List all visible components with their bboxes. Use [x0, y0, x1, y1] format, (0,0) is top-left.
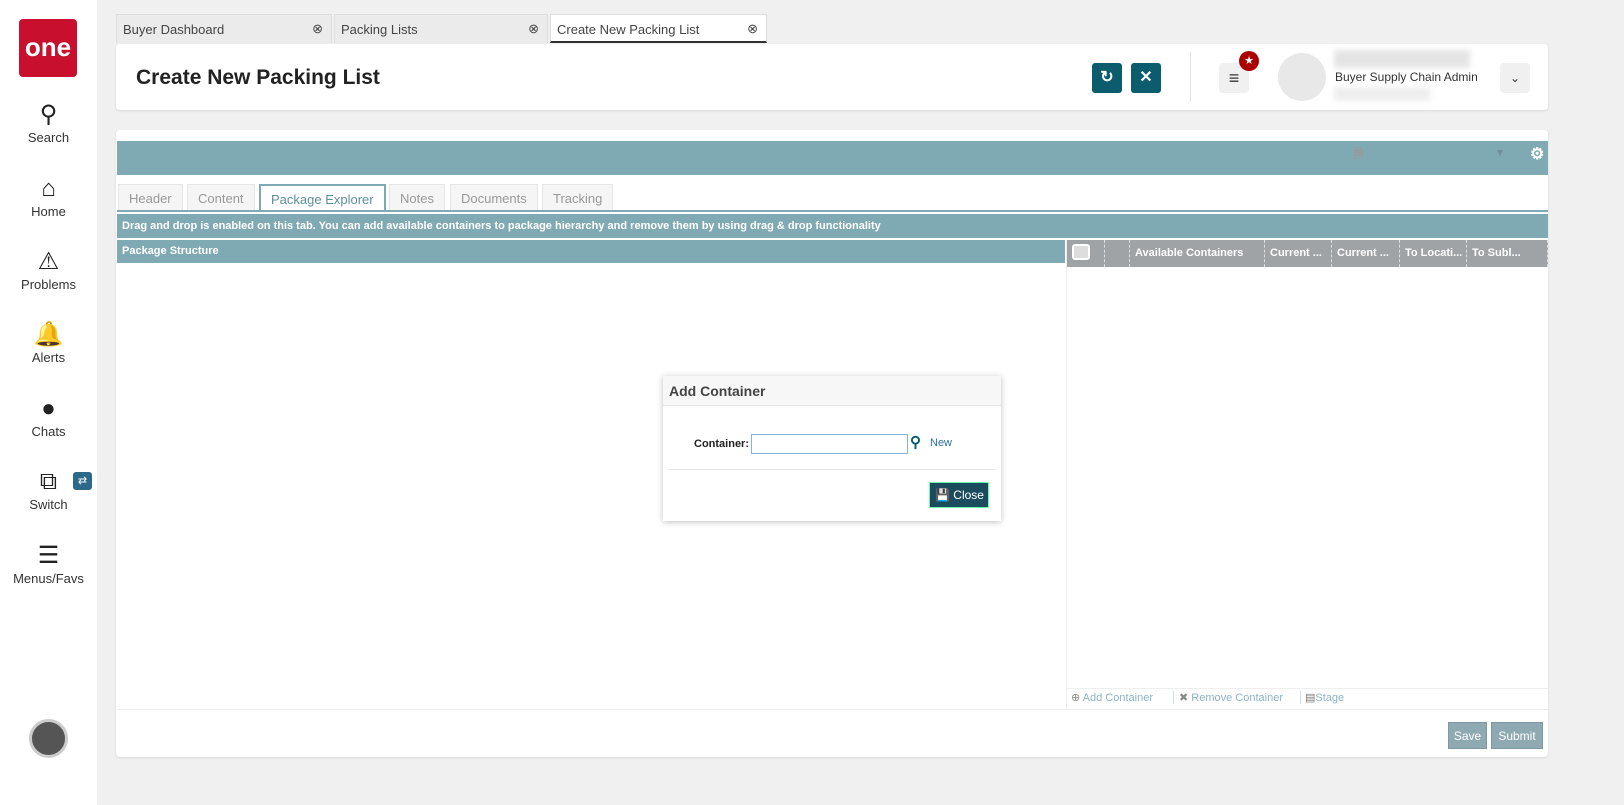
col-to-sublocation[interactable]: To Subl...: [1467, 240, 1548, 267]
save-disk-icon: 💾: [935, 488, 950, 502]
tab-create-packing-list[interactable]: Create New Packing List ⊗: [550, 14, 767, 43]
tab-underline: [117, 210, 1548, 212]
panel-toolbar: 🗎 ▼ ⚙: [117, 141, 1548, 175]
dropdown-icon[interactable]: ▼: [1495, 148, 1505, 159]
remove-x-icon: ✖: [1179, 692, 1189, 704]
nav-label: Home: [31, 204, 66, 219]
chat-icon: ●: [41, 395, 56, 422]
divider: [1190, 52, 1191, 102]
tab-label: Buyer Dashboard: [123, 22, 225, 37]
tab-notes[interactable]: Notes: [389, 184, 445, 211]
star-icon: ★: [1239, 51, 1259, 71]
nav-chats[interactable]: ● Chats: [0, 394, 97, 439]
user-org-blurred: [1334, 87, 1430, 101]
select-all-checkbox[interactable]: [1072, 244, 1090, 260]
package-structure-header: Package Structure: [117, 240, 1065, 263]
bell-icon: 🔔: [33, 321, 64, 348]
user-name-blurred: [1334, 50, 1470, 68]
search-icon: ⚲: [39, 101, 58, 128]
tab-package-explorer[interactable]: Package Explorer: [259, 184, 386, 211]
refresh-button[interactable]: ↻: [1092, 63, 1122, 93]
switch-badge-icon: ⇄: [73, 472, 92, 490]
nav-label: Search: [27, 130, 70, 145]
stage-label: Stage: [1315, 692, 1345, 704]
nav-problems[interactable]: ⚠ Problems: [0, 247, 97, 292]
close-icon[interactable]: ⊗: [312, 21, 323, 37]
save-button[interactable]: Save: [1448, 722, 1487, 749]
tab-packing-lists[interactable]: Packing Lists ⊗: [334, 14, 548, 43]
submit-button[interactable]: Submit: [1491, 722, 1543, 749]
gear-icon[interactable]: ⚙: [1530, 144, 1544, 164]
sidebar: one ⚲ Search ⌂ Home ⚠ Problems 🔔 Alerts ● Cha…: [0, 0, 97, 805]
nav-menus[interactable]: ☰ Menus/Favs: [0, 541, 97, 586]
add-container-dialog: Add Container Container: ⚲ New 💾 Close: [663, 376, 1001, 521]
app-logo[interactable]: one: [19, 19, 77, 77]
grid-header-blank: [1105, 240, 1130, 267]
divider: [117, 709, 1548, 710]
home-icon: ⌂: [41, 175, 56, 202]
close-button[interactable]: ✕: [1131, 63, 1161, 93]
col-current-2[interactable]: Current ...: [1332, 240, 1400, 267]
nav-label: Chats: [31, 424, 66, 439]
nav-label: Switch: [29, 497, 68, 512]
divider: [669, 469, 995, 470]
container-input[interactable]: [751, 434, 908, 454]
col-current-1[interactable]: Current ...: [1265, 240, 1332, 267]
dialog-title: Add Container: [663, 376, 1001, 406]
remove-container-button[interactable]: ✖ Remove Container: [1173, 691, 1283, 704]
tab-tracking[interactable]: Tracking: [542, 184, 614, 211]
col-to-location[interactable]: To Locati...: [1400, 240, 1467, 267]
avatar[interactable]: [1278, 53, 1326, 101]
info-banner: Drag and drop is enabled on this tab. Yo…: [117, 214, 1548, 238]
tab-buyer-dashboard[interactable]: Buyer Dashboard ⊗: [116, 14, 332, 43]
divider: [1066, 240, 1067, 710]
page-title: Create New Packing List: [136, 66, 380, 89]
plus-circle-icon: ⊕: [1071, 692, 1081, 704]
page-header: Create New Packing List ↻ ✕ ≡ ★ Buyer Su…: [116, 44, 1548, 110]
nav-home[interactable]: ⌂ Home: [0, 174, 97, 219]
nav-search[interactable]: ⚲ Search: [0, 100, 97, 145]
document-icon[interactable]: 🗎: [1353, 145, 1363, 167]
close-dialog-button[interactable]: 💾 Close: [929, 482, 989, 508]
container-label: Container:: [694, 438, 749, 450]
tab-header[interactable]: Header: [118, 184, 183, 211]
nav-label: Menus/Favs: [13, 571, 84, 586]
nav-label: Alerts: [31, 350, 66, 365]
chevron-down-icon[interactable]: ⌄: [1500, 63, 1530, 93]
tab-label: Packing Lists: [341, 22, 418, 37]
nav-label: Problems: [21, 277, 76, 292]
close-label: Close: [953, 488, 984, 502]
nav-alerts[interactable]: 🔔 Alerts: [0, 320, 97, 365]
stage-icon: ▤: [1305, 692, 1316, 704]
close-icon[interactable]: ⊗: [747, 21, 758, 37]
divider: [1067, 688, 1548, 689]
tab-content[interactable]: Content: [187, 184, 255, 211]
stage-button[interactable]: ▤Stage: [1300, 691, 1344, 704]
select-all-header[interactable]: [1067, 240, 1105, 267]
tab-documents[interactable]: Documents: [450, 184, 538, 211]
menu-icon: ☰: [37, 542, 60, 569]
user-role: Buyer Supply Chain Admin: [1335, 70, 1478, 84]
warning-icon: ⚠: [37, 248, 60, 275]
add-container-label: Add Container: [1082, 692, 1153, 704]
close-icon[interactable]: ⊗: [528, 21, 539, 37]
new-link[interactable]: New: [930, 437, 952, 449]
remove-container-label: Remove Container: [1191, 692, 1283, 704]
user-avatar[interactable]: [29, 719, 68, 758]
search-lookup-icon[interactable]: ⚲: [910, 433, 921, 451]
tab-label: Create New Packing List: [557, 22, 700, 37]
col-available-containers[interactable]: Available Containers: [1130, 240, 1265, 267]
add-container-button[interactable]: ⊕ Add Container: [1071, 691, 1153, 704]
